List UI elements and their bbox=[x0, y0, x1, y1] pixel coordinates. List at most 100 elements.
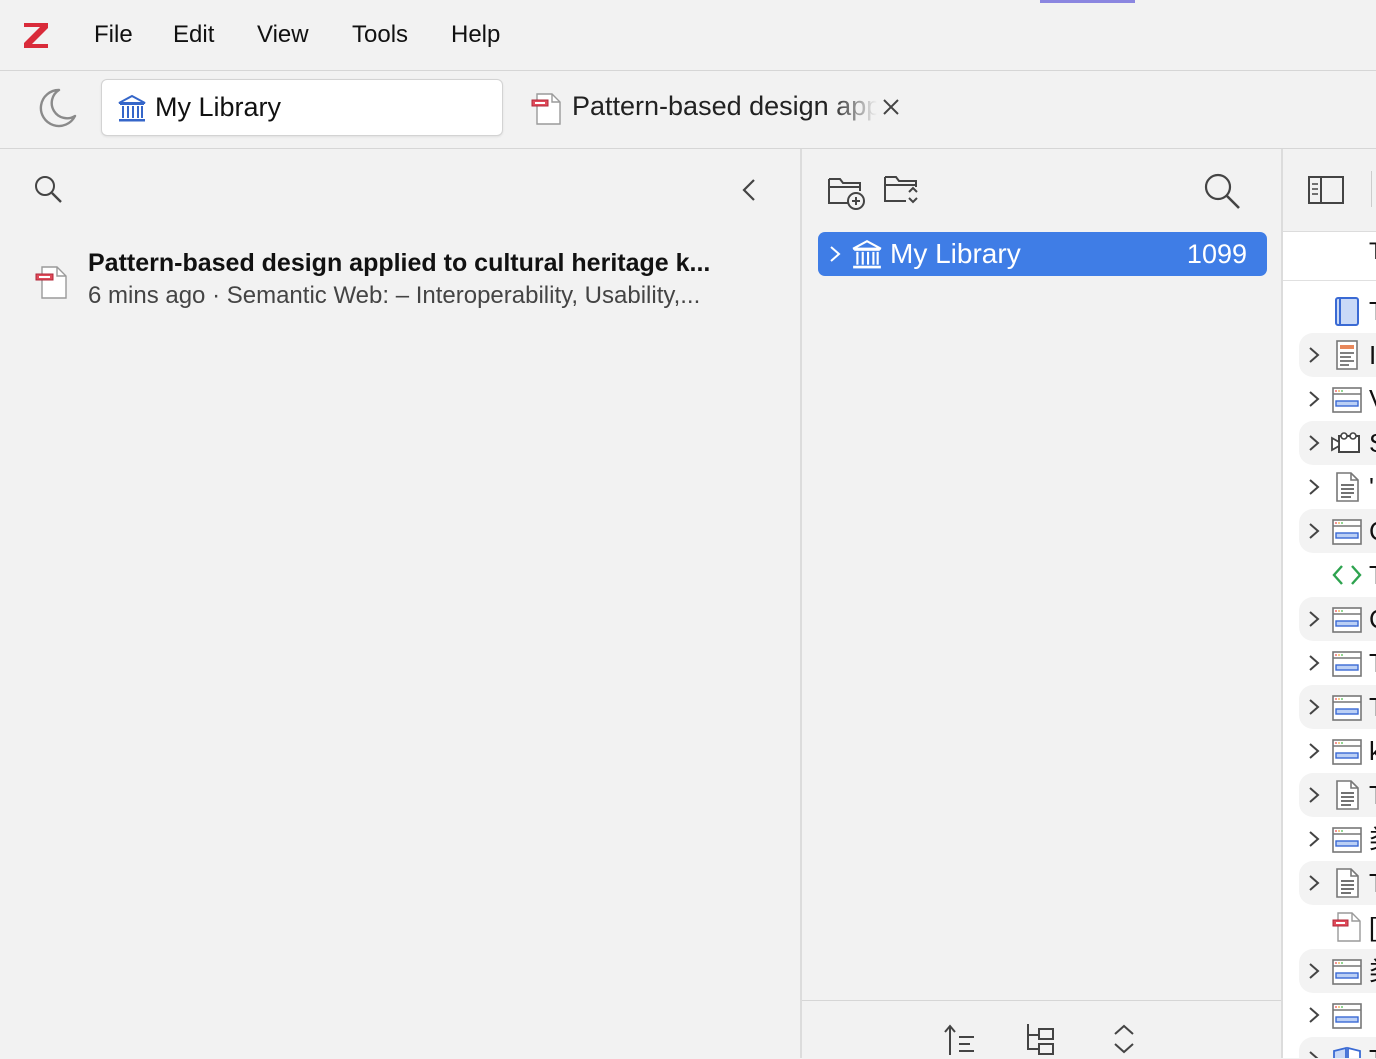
items-toolbar bbox=[1283, 149, 1376, 232]
chevron-right-icon[interactable] bbox=[1308, 874, 1320, 892]
chevron-right-icon[interactable] bbox=[1308, 346, 1320, 364]
item-row[interactable]: k bbox=[1283, 729, 1376, 773]
expand-collapse-icon[interactable] bbox=[1106, 1021, 1142, 1057]
library-icon bbox=[852, 239, 882, 269]
menu-edit[interactable]: Edit bbox=[173, 18, 214, 52]
video-icon bbox=[1331, 427, 1363, 459]
item-row[interactable]: [ bbox=[1283, 905, 1376, 949]
item-row[interactable]: C bbox=[1299, 509, 1376, 553]
items-pane: T TIVS'CTCTTkT类T[类T bbox=[1283, 149, 1376, 1058]
item-title: C bbox=[1369, 602, 1376, 636]
sort-icon[interactable] bbox=[942, 1021, 978, 1057]
item-title: V bbox=[1369, 382, 1376, 416]
chevron-right-icon[interactable] bbox=[1308, 830, 1320, 848]
item-title: 类 bbox=[1369, 954, 1376, 988]
close-icon[interactable] bbox=[880, 96, 902, 118]
recent-item-title: Pattern-based design applied to cultural… bbox=[88, 249, 711, 277]
moon-icon[interactable] bbox=[31, 84, 79, 132]
chevron-left-icon[interactable] bbox=[738, 177, 760, 203]
webpage-icon bbox=[1331, 735, 1363, 767]
new-collection-icon[interactable] bbox=[826, 171, 866, 211]
menu-help[interactable]: Help bbox=[451, 18, 500, 52]
chevron-right-icon[interactable] bbox=[1308, 962, 1320, 980]
item-row[interactable]: C bbox=[1299, 597, 1376, 641]
item-row[interactable] bbox=[1283, 993, 1376, 1037]
menu-file[interactable]: File bbox=[94, 18, 133, 52]
item-row[interactable]: ' bbox=[1283, 465, 1376, 509]
document-icon bbox=[1331, 867, 1363, 899]
pdf-icon bbox=[35, 266, 67, 299]
tab-pdf-document[interactable]: Pattern-based design applied to cultural… bbox=[530, 79, 910, 134]
search-icon[interactable] bbox=[32, 173, 64, 205]
webpage-icon bbox=[1331, 515, 1363, 547]
manuscript-icon bbox=[1331, 1043, 1363, 1058]
item-row[interactable]: T bbox=[1283, 553, 1376, 597]
item-title: C bbox=[1369, 514, 1376, 548]
chevron-right-icon[interactable] bbox=[1308, 478, 1320, 496]
item-row[interactable]: T bbox=[1283, 289, 1376, 333]
item-row[interactable]: T bbox=[1299, 1037, 1376, 1058]
item-row[interactable]: V bbox=[1283, 377, 1376, 421]
item-title: 类 bbox=[1369, 822, 1376, 856]
item-title: T bbox=[1369, 866, 1376, 900]
tab-label-wrap: Pattern-based design applied to cultural… bbox=[572, 89, 877, 125]
chevron-right-icon[interactable] bbox=[1308, 610, 1320, 628]
webpage-icon bbox=[1331, 647, 1363, 679]
item-title: I bbox=[1369, 340, 1376, 370]
menu-tools[interactable]: Tools bbox=[352, 18, 408, 52]
tab-label: My Library bbox=[155, 92, 282, 122]
chevron-right-icon[interactable] bbox=[1308, 698, 1320, 716]
item-title: T bbox=[1369, 646, 1376, 680]
item-row[interactable]: T bbox=[1299, 773, 1376, 817]
toolbar-separator bbox=[1371, 171, 1372, 207]
webpage-icon bbox=[1331, 823, 1363, 855]
item-row[interactable]: S bbox=[1299, 421, 1376, 465]
webpage-icon bbox=[1331, 603, 1363, 635]
column-title: T bbox=[1369, 238, 1376, 266]
items-column-header[interactable]: T bbox=[1283, 232, 1376, 281]
search-icon[interactable] bbox=[1202, 171, 1242, 211]
chevron-right-icon[interactable] bbox=[1308, 654, 1320, 672]
chevron-right-icon[interactable] bbox=[1308, 786, 1320, 804]
webpage-icon bbox=[1331, 691, 1363, 723]
webpage-icon bbox=[1331, 999, 1363, 1031]
report-icon bbox=[1331, 339, 1363, 371]
recent-item[interactable]: Pattern-based design applied to cultural… bbox=[30, 244, 780, 314]
recent-pane: Pattern-based design applied to cultural… bbox=[0, 149, 802, 1058]
item-row[interactable]: 类 bbox=[1299, 949, 1376, 993]
zotero-logo bbox=[24, 23, 48, 48]
collection-options-icon[interactable] bbox=[882, 171, 922, 211]
collection-my-library[interactable]: My Library 1099 bbox=[818, 232, 1267, 276]
item-row[interactable]: I bbox=[1299, 333, 1376, 377]
tab-bar: My Library Pattern-based design applied … bbox=[0, 71, 1376, 149]
webpage-icon bbox=[1331, 955, 1363, 987]
item-row[interactable]: T bbox=[1299, 685, 1376, 729]
chevron-right-icon[interactable] bbox=[828, 244, 842, 264]
book-icon bbox=[1331, 295, 1363, 327]
tab-label: Pattern-based design applied to cultural… bbox=[572, 91, 877, 121]
toggle-pane-icon[interactable] bbox=[1307, 173, 1347, 207]
code-icon bbox=[1331, 559, 1363, 591]
item-row[interactable]: T bbox=[1283, 641, 1376, 685]
library-icon bbox=[118, 94, 146, 122]
pdf-icon bbox=[531, 93, 561, 125]
tree-view-icon[interactable] bbox=[1024, 1021, 1060, 1057]
chevron-right-icon[interactable] bbox=[1308, 390, 1320, 408]
pdf-icon bbox=[1331, 911, 1363, 943]
menu-view[interactable]: View bbox=[257, 18, 309, 52]
tab-my-library[interactable]: My Library bbox=[101, 79, 503, 136]
chevron-right-icon[interactable] bbox=[1308, 1006, 1320, 1024]
document-icon bbox=[1331, 471, 1363, 503]
item-title: T bbox=[1369, 778, 1376, 812]
chevron-right-icon[interactable] bbox=[1308, 434, 1320, 452]
chevron-right-icon[interactable] bbox=[1308, 1050, 1320, 1058]
chevron-right-icon[interactable] bbox=[1308, 742, 1320, 760]
item-row[interactable]: 类 bbox=[1283, 817, 1376, 861]
item-row[interactable]: T bbox=[1299, 861, 1376, 905]
document-icon bbox=[1331, 779, 1363, 811]
item-count: 1099 bbox=[1186, 239, 1247, 269]
item-title: T bbox=[1369, 1042, 1376, 1058]
item-title: T bbox=[1369, 690, 1376, 724]
chevron-right-icon[interactable] bbox=[1308, 522, 1320, 540]
collections-pane: My Library 1099 bbox=[802, 149, 1283, 1058]
